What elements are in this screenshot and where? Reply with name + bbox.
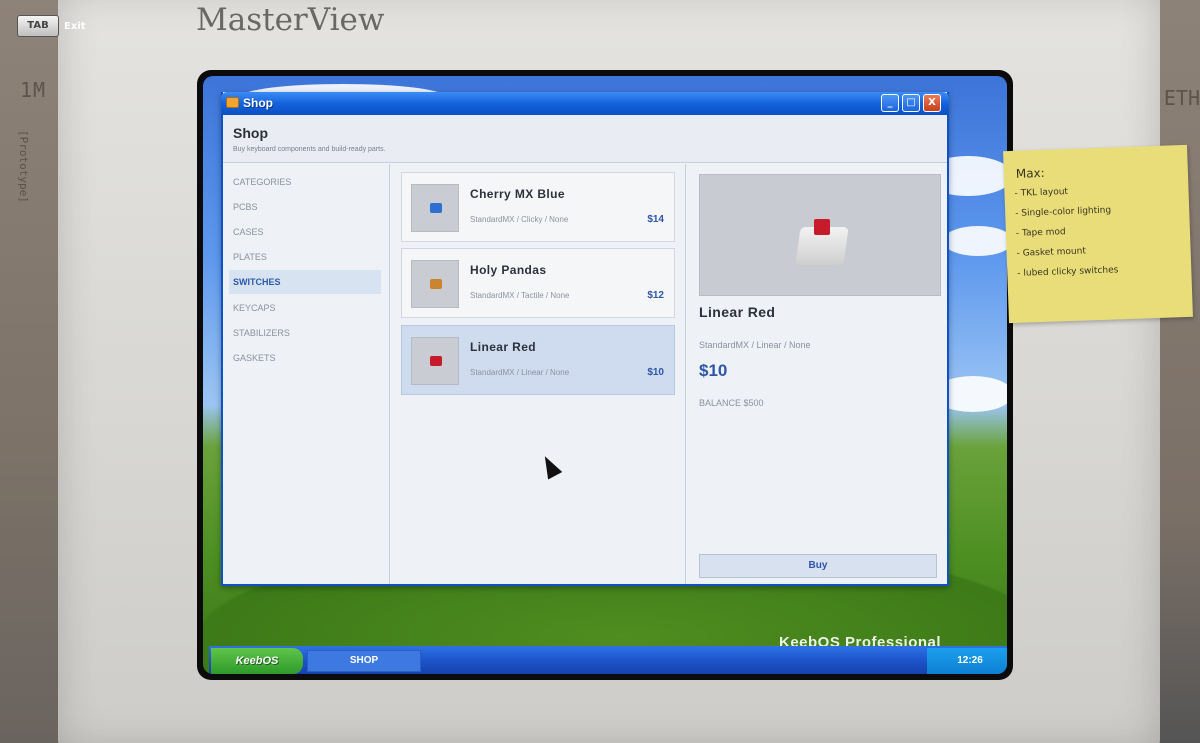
switch-icon [430,356,442,366]
product-preview [699,174,941,296]
sidebar-item-pcbs[interactable]: PCBS [229,195,381,219]
shop-header: Shop Buy keyboard components and build-r… [223,115,947,163]
product-meta: StandardMX / Clicky / None [470,215,569,224]
product-meta: StandardMX / Linear / None [470,368,570,377]
buy-button[interactable]: Buy [699,554,937,578]
product-card[interactable]: Cherry MX Blue StandardMX / Clicky / Non… [401,172,675,242]
product-name: Holy Pandas [470,263,547,277]
tab-key-icon: TAB [17,15,59,37]
product-thumbnail [411,184,459,232]
monitor-brand: MasterView [196,2,385,38]
sidebar-item-plates[interactable]: PLATES [229,245,381,269]
page-subtitle: Buy keyboard components and build-ready … [233,146,386,153]
sticky-note: Max: - TKL layout - Single-color lightin… [1003,144,1193,324]
note-line: - Tape mod [1015,227,1066,239]
close-button[interactable]: X [923,94,941,112]
product-card-selected[interactable]: Linear Red StandardMX / Linear / None $1… [401,325,675,395]
product-meta: StandardMX / Tactile / None [470,291,570,300]
product-thumbnail [411,337,459,385]
sidebar-item-switches[interactable]: SWITCHES [229,270,381,294]
note-line: - lubed clicky switches [1017,265,1119,279]
note-title: Max: [1015,165,1045,181]
sidebar-header: CATEGORIES [233,177,292,187]
detail-price: $10 [699,361,728,380]
note-line: - Single-color lighting [1015,205,1112,219]
product-list: Cherry MX Blue StandardMX / Clicky / Non… [391,164,686,584]
product-detail: Linear Red StandardMX / Linear / None $1… [687,164,947,584]
taskbar: KeebOS SHOP 12:26 [209,646,1007,674]
wall-text-left-vertical: [Prototype] [17,130,30,203]
monitor-screen: Shop _ □ X Shop Buy keyboard components … [197,70,1013,680]
wall-text-left: 1M [20,78,47,102]
switch-icon [430,203,442,213]
wall-text-right: ETH [1163,86,1200,110]
note-line: - TKL layout [1014,187,1069,199]
product-price: $12 [647,290,664,301]
switch-icon [430,279,442,289]
window-titlebar[interactable]: Shop _ □ X [221,92,949,115]
product-name: Linear Red [470,340,537,354]
detail-name: Linear Red [699,304,776,320]
minimize-button[interactable]: _ [881,94,899,112]
product-price: $10 [647,367,664,378]
balance-label: BALANCE $500 [699,398,764,408]
category-sidebar: CATEGORIES PCBS CASES PLATES SWITCHES KE… [223,164,390,584]
sidebar-item-cases[interactable]: CASES [229,220,381,244]
product-thumbnail [411,260,459,308]
taskbar-clock: 12:26 [927,648,1007,674]
page-title: Shop [233,125,268,141]
product-name: Cherry MX Blue [470,187,565,201]
sidebar-item-stabilizers[interactable]: STABILIZERS [229,321,381,345]
sidebar-item-keycaps[interactable]: KEYCAPS [229,296,381,320]
shop-window: Shop _ □ X Shop Buy keyboard components … [221,92,949,586]
exit-hint[interactable]: Exit [64,21,86,32]
product-price: $14 [647,214,664,225]
start-button[interactable]: KeebOS [211,648,303,674]
shop-window-icon [226,97,239,108]
note-line: - Gasket mount [1016,246,1087,259]
product-card[interactable]: Holy Pandas StandardMX / Tactile / None … [401,248,675,318]
switch-stem-icon [814,219,830,235]
taskbar-item-shop[interactable]: SHOP [307,650,421,672]
window-title: Shop [243,96,273,110]
desktop-wallpaper: Shop _ □ X Shop Buy keyboard components … [203,76,1007,674]
detail-meta: StandardMX / Linear / None [699,340,811,350]
maximize-button[interactable]: □ [902,94,920,112]
sidebar-item-gaskets[interactable]: GASKETS [229,346,381,370]
